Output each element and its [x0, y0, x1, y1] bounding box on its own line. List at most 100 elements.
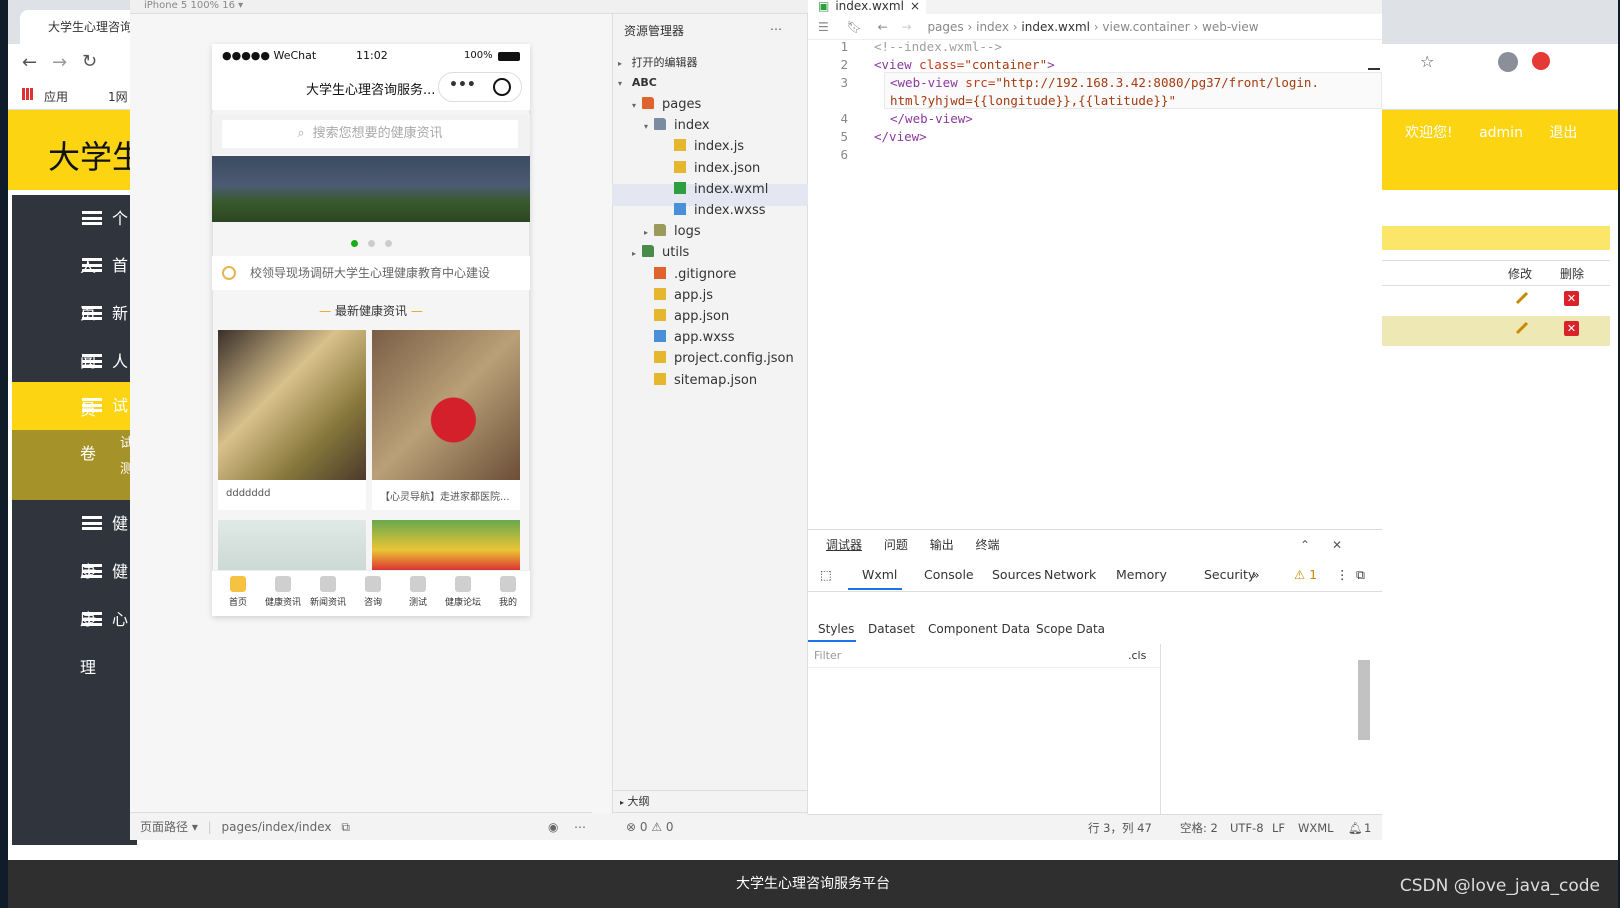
wechat-capsule[interactable]: •••	[438, 72, 522, 102]
news-card[interactable]: ddddddd	[218, 330, 366, 510]
phone-tab[interactable]: 我的	[486, 576, 530, 608]
collapse-icon[interactable]: ⌃	[1300, 532, 1310, 558]
indent-setting[interactable]: 空格: 2	[1180, 815, 1218, 841]
language-mode[interactable]: WXML	[1298, 815, 1334, 841]
crumb[interactable]: web-view	[1202, 20, 1258, 34]
dock-icon[interactable]: ⧉	[1356, 567, 1365, 583]
tab-wxml[interactable]: Wxml	[862, 567, 897, 582]
project-root[interactable]: ▾ ABC	[612, 76, 657, 89]
copy-icon[interactable]: ⧉	[341, 820, 350, 834]
sidebar-item[interactable]: 个人	[12, 195, 137, 276]
kebab-icon[interactable]: ⋮	[1336, 567, 1349, 582]
sidebar-item[interactable]: 人员	[12, 338, 137, 419]
notice-bar[interactable]: 校领导现场调研大学生心理健康教育中心建设	[212, 256, 530, 290]
tree-item[interactable]: index.js	[664, 139, 744, 154]
sidebar-item[interactable]: 心理	[12, 596, 137, 677]
phone-tab[interactable]: 咨询	[351, 576, 395, 608]
list-icon[interactable]: ☰	[818, 20, 829, 34]
edit-icon[interactable]	[1515, 321, 1529, 335]
crumb[interactable]: pages	[927, 20, 963, 34]
chevron-down-icon[interactable]: ▾	[644, 122, 654, 131]
encoding[interactable]: UTF-8	[1230, 815, 1264, 841]
back-icon[interactable]: ←	[22, 52, 37, 73]
bookmark-first[interactable]: 1网	[108, 88, 128, 105]
search-input[interactable]: ⌕ 搜索您想要的健康资讯	[222, 120, 518, 148]
crumb[interactable]: index	[976, 20, 1009, 34]
delete-icon[interactable]: ✕	[1564, 291, 1579, 306]
chevron-right-icon[interactable]: ▸	[632, 249, 642, 258]
tree-item[interactable]: index.wxml	[664, 181, 768, 197]
sidebar-item[interactable]: 试卷	[12, 382, 137, 463]
tree-item[interactable]: app.wxss	[644, 330, 734, 345]
line-ending[interactable]: LF	[1272, 815, 1285, 841]
more-tabs-icon[interactable]: »	[1252, 567, 1260, 582]
filter-input[interactable]: Filter .cls	[808, 644, 1160, 668]
tree-item[interactable]: app.json	[644, 309, 729, 324]
pane-divider[interactable]	[1160, 644, 1161, 814]
tab-security[interactable]: Security	[1204, 567, 1255, 582]
tab-console[interactable]: Console	[924, 567, 974, 582]
avatar[interactable]	[1498, 52, 1518, 72]
inspect-icon[interactable]: ⬚	[820, 567, 832, 582]
forward-icon[interactable]: →	[52, 52, 67, 73]
news-card[interactable]: 【心灵导航】走进家都医院...	[372, 330, 520, 510]
phone-tab[interactable]: 健康论坛	[441, 576, 485, 608]
tab-problems[interactable]: 问题	[884, 538, 908, 552]
bell-icon[interactable]: 🔔︎	[1348, 815, 1363, 841]
tree-item[interactable]: ▾ pages	[632, 97, 701, 112]
dot[interactable]	[384, 240, 392, 247]
close-capsule-icon[interactable]	[493, 78, 511, 96]
star-icon[interactable]: ☆	[1420, 52, 1434, 71]
chevron-right-icon[interactable]: ▸	[644, 228, 654, 237]
sidebar-item[interactable]: 新闻	[12, 290, 137, 371]
close-icon[interactable]: ×	[910, 0, 920, 13]
tree-item[interactable]: ▸ utils	[632, 245, 689, 260]
tree-item[interactable]: ▾ index	[644, 118, 710, 133]
tab-memory[interactable]: Memory	[1116, 567, 1167, 582]
tab-terminal[interactable]: 终端	[976, 538, 1000, 552]
dot[interactable]	[350, 240, 358, 247]
warning-count[interactable]: ⚠ 1	[1294, 567, 1317, 582]
tree-item[interactable]: index.json	[664, 160, 760, 176]
nav-forward-icon[interactable]: →	[902, 20, 912, 34]
extension-icon[interactable]	[1532, 52, 1550, 70]
card-image[interactable]	[372, 520, 520, 570]
more-icon[interactable]: •••	[449, 77, 476, 93]
sidebar-item[interactable]: 健康	[12, 548, 137, 629]
cls-button[interactable]: .cls	[1128, 644, 1146, 668]
sidebar-item[interactable]: 健康	[12, 500, 137, 581]
bookmark-icon[interactable]: 🔖︎	[847, 20, 862, 34]
edit-icon[interactable]	[1515, 291, 1529, 305]
crumb[interactable]: view.container	[1102, 20, 1189, 34]
cursor-position[interactable]: 行 3，列 47	[1088, 815, 1152, 841]
close-icon[interactable]: ✕	[1332, 532, 1342, 558]
problems-count[interactable]: ⊗ 0 ⚠ 0	[612, 812, 808, 840]
more-icon[interactable]: ⋯	[574, 813, 586, 841]
sidebar-item[interactable]: 首页	[12, 242, 137, 323]
chevron-down-icon[interactable]: ▾	[632, 101, 642, 110]
open-editors[interactable]: ▸ 打开的编辑器	[612, 54, 698, 70]
crumb[interactable]: index.wxml	[1021, 20, 1090, 34]
banner-image[interactable]	[212, 156, 530, 222]
tab-dataset[interactable]: Dataset	[868, 622, 915, 636]
tree-item[interactable]: index.wxss	[664, 203, 766, 218]
delete-icon[interactable]: ✕	[1564, 321, 1579, 336]
tree-item[interactable]: .gitignore	[644, 266, 736, 282]
page-path-label[interactable]: 页面路径 ▾	[140, 820, 198, 834]
tab-scope-data[interactable]: Scope Data	[1036, 622, 1105, 636]
tab-debugger[interactable]: 调试器	[826, 538, 862, 552]
phone-tab[interactable]: 测试	[396, 576, 440, 608]
user-link[interactable]: admin	[1479, 125, 1523, 141]
page-path-value[interactable]: pages/index/index	[222, 820, 332, 834]
device-select[interactable]: iPhone 5 100% 16 ▾	[144, 0, 243, 11]
tab-output[interactable]: 输出	[930, 538, 954, 552]
tree-item[interactable]: app.js	[644, 287, 713, 303]
bookmark-apps[interactable]: 应用	[44, 88, 68, 105]
logout-link[interactable]: 退出	[1549, 125, 1577, 141]
outline-section[interactable]: ▸ 大纲	[612, 790, 808, 812]
phone-tab[interactable]: 健康资讯	[261, 576, 305, 608]
tree-item[interactable]: ▸ logs	[644, 224, 701, 239]
scrollbar[interactable]	[1358, 660, 1370, 740]
tab-network[interactable]: Network	[1044, 567, 1096, 582]
card-image[interactable]	[218, 520, 366, 570]
